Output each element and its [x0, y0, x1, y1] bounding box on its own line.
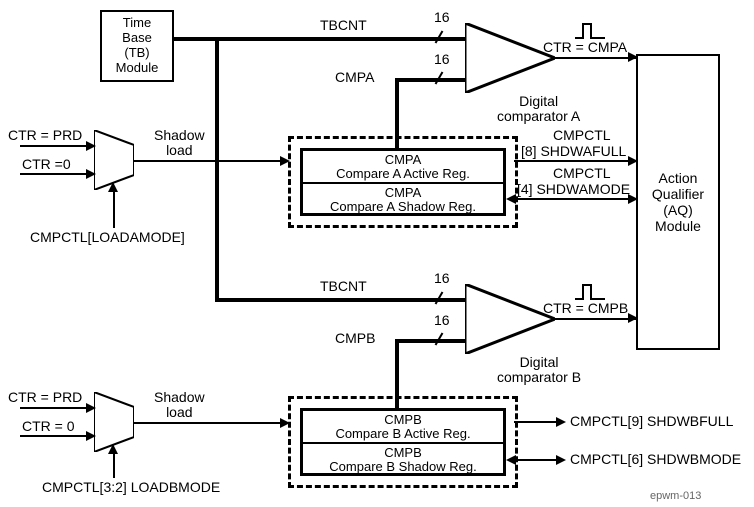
cmpa-shadow-desc: Compare A Shadow Reg.: [330, 200, 476, 214]
mux-b-in1-label: CTR = 0: [22, 419, 75, 434]
cmpb-active-desc: Compare B Active Reg.: [335, 427, 470, 441]
cmpb-active-name: CMPB: [384, 413, 422, 427]
cmpa-shadow-name: CMPA: [385, 186, 422, 200]
loadbmode-mux: [94, 392, 134, 452]
comp-a-out-arrow: [628, 52, 638, 62]
tb-line3: (TB): [124, 46, 149, 61]
mux-a-in0-label: CTR = PRD: [8, 128, 82, 143]
aq-line4: Module: [655, 218, 701, 234]
shdwamode-line: [514, 198, 636, 200]
comp-b-desc: Digital comparator B: [497, 355, 581, 386]
mux-b-out-label: Shadow load: [154, 390, 205, 421]
action-qualifier-module: Action Qualifier (AQ) Module: [636, 54, 720, 350]
comp-a-out-line: [555, 57, 636, 59]
mux-a-out-line: [134, 160, 288, 162]
aq-line3: (AQ): [663, 202, 693, 218]
shdwbmode-arrow-l: [506, 455, 516, 465]
cmpb-active-reg: CMPB Compare B Active Reg.: [303, 411, 503, 444]
cmpa-shadow-reg: CMPA Compare A Shadow Reg.: [303, 184, 503, 215]
cmpb-line-horz: [395, 339, 465, 343]
mux-b-out-line: [134, 422, 288, 424]
tbcnt-b-width: 16: [434, 271, 450, 286]
shdwbfull-label: CMPCTL[9] SHDWBFULL: [570, 414, 733, 429]
cmpb-shadow-name: CMPB: [384, 446, 422, 460]
shdwamode-reg: CMPCTL: [553, 166, 611, 181]
tb-line4: Module: [116, 61, 159, 76]
cmpb-shadow-reg: CMPB Compare B Shadow Reg.: [303, 444, 503, 475]
tbcnt-b-label: TBCNT: [320, 279, 367, 294]
mux-b-in0-arrow: [86, 403, 96, 413]
tbcnt-bus-vert: [215, 37, 219, 302]
shdwbfull-arrow: [556, 417, 566, 427]
comp-b-out-line: [555, 318, 636, 320]
shdwafull-bit: [8] SHDWAFULL: [521, 144, 626, 159]
mux-a-in0-arrow: [86, 141, 96, 151]
mux-b-sel-label: CMPCTL[3:2] LOADBMODE: [42, 480, 220, 495]
cmpa-line-horz: [395, 78, 465, 82]
shdwbmode-label: CMPCTL[6] SHDWBMODE: [570, 452, 741, 467]
cmpb-signal-label: CMPB: [335, 331, 375, 346]
shdwbfull-line: [514, 421, 562, 423]
tb-line2: Base: [122, 31, 152, 46]
tb-out-line: [172, 37, 219, 41]
mux-a-out-arrow: [280, 156, 290, 166]
shdwafull-reg: CMPCTL: [553, 128, 611, 143]
mux-a-in0-line: [20, 145, 94, 147]
comp-b-out-label: CTR = CMPB: [543, 301, 628, 316]
tbcnt-a-width: 16: [434, 10, 450, 25]
comp-b-out-arrow: [628, 313, 638, 323]
aq-line1: Action: [659, 170, 698, 186]
mux-b-sel-line: [113, 452, 115, 478]
shdwbmode-line: [514, 459, 562, 461]
cmpb-shadow-desc: Compare B Shadow Reg.: [329, 460, 476, 474]
cmpb-register-pair: CMPB Compare B Active Reg. CMPB Compare …: [300, 408, 506, 476]
tbcnt-a-line: [215, 37, 465, 41]
comp-a-desc: Digital comparator A: [497, 94, 580, 125]
comp-a-out-label: CTR = CMPA: [543, 40, 627, 55]
mux-a-sel-label: CMPCTL[LOADAMODE]: [30, 230, 185, 245]
mux-a-sel-line: [113, 190, 115, 228]
shdwamode-bit: [4] SHDWAMODE: [517, 182, 630, 197]
tb-line1: Time: [123, 16, 151, 31]
time-base-module: Time Base (TB) Module: [100, 10, 174, 82]
cmpa-width: 16: [434, 52, 450, 67]
figure-id: epwm-013: [650, 490, 701, 502]
cmpa-signal-label: CMPA: [335, 70, 374, 85]
shdwafull-arrow: [628, 156, 638, 166]
mux-a-sel-arrow: [108, 182, 118, 192]
digital-comparator-a: [465, 23, 555, 93]
mux-b-in1-arrow: [86, 431, 96, 441]
mux-b-in0-label: CTR = PRD: [8, 390, 82, 405]
mux-a-in1-line: [20, 173, 94, 175]
shdwamode-arrow-l: [506, 194, 516, 204]
mux-b-out-arrow: [280, 418, 290, 428]
mux-b-in0-line: [20, 407, 94, 409]
mux-a-out-label: Shadow load: [154, 128, 205, 159]
mux-a-in1-arrow: [86, 169, 96, 179]
mux-b-in1-line: [20, 435, 94, 437]
loadamode-mux: [94, 130, 134, 190]
cmpb-width: 16: [434, 313, 450, 328]
cmpa-active-reg: CMPA Compare A Active Reg.: [303, 151, 503, 184]
tbcnt-b-line: [215, 298, 465, 302]
tbcnt-a-label: TBCNT: [320, 18, 367, 33]
cmpa-active-name: CMPA: [385, 153, 422, 167]
digital-comparator-b: [465, 284, 555, 354]
cmpa-register-pair: CMPA Compare A Active Reg. CMPA Compare …: [300, 148, 506, 216]
cmpa-active-desc: Compare A Active Reg.: [336, 167, 470, 181]
shdwbmode-arrow-r: [556, 455, 566, 465]
shdwafull-line: [514, 160, 636, 162]
mux-b-sel-arrow: [108, 444, 118, 454]
aq-line2: Qualifier: [652, 186, 704, 202]
mux-a-in1-label: CTR =0: [22, 157, 71, 172]
